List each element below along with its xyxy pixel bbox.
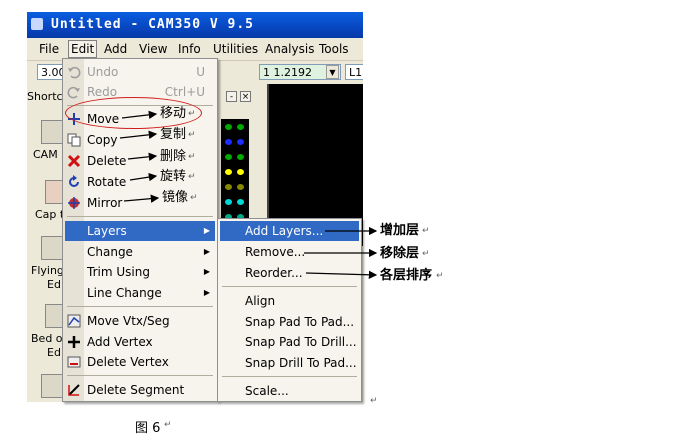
annotation-copy: 复制 xyxy=(160,127,187,142)
annotation-rotate: 旋转 xyxy=(160,169,187,184)
return-mark: ↵ xyxy=(188,109,196,119)
arrow-mirror xyxy=(123,194,160,203)
return-mark: ↵ xyxy=(422,226,430,236)
return-mark: ↵ xyxy=(188,152,196,162)
return-mark: ↵ xyxy=(188,130,196,140)
annotation-move: 移动 xyxy=(160,106,187,121)
arrow-delete xyxy=(127,152,158,161)
figure-caption: 图 6 xyxy=(135,421,161,436)
arrow-rotate xyxy=(129,172,158,182)
return-mark: ↵ xyxy=(188,172,196,182)
annotation-arrows xyxy=(119,110,378,279)
annotation-delete: 删除 xyxy=(160,149,187,164)
return-mark: ↵ xyxy=(436,271,444,281)
arrow-move xyxy=(121,110,158,120)
annotation-reorder: 各层排序 xyxy=(380,268,433,283)
return-mark: ↵ xyxy=(164,420,172,430)
return-mark: ↵ xyxy=(422,249,430,259)
annotation-remove: 移除层 xyxy=(380,246,420,261)
arrow-copy xyxy=(119,130,158,139)
return-mark: ↵ xyxy=(190,193,198,203)
return-mark: ↵ xyxy=(370,396,378,406)
annotation-mirror: 镜像 xyxy=(162,190,189,205)
annotation-add-layers: 增加层 xyxy=(380,223,420,238)
arrow-reorder xyxy=(305,270,378,279)
